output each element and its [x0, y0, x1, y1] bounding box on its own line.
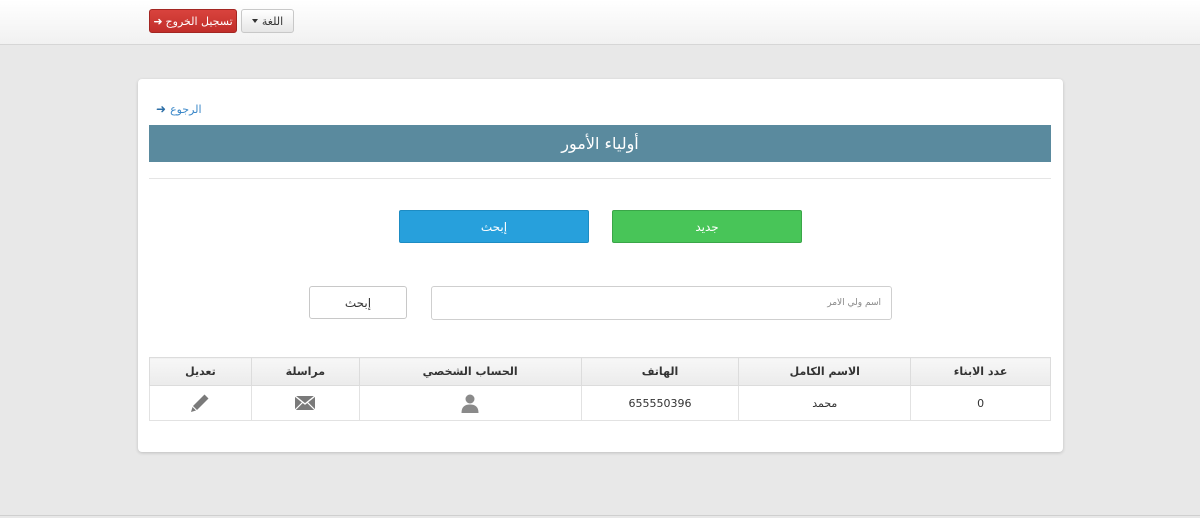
chevron-down-icon — [251, 19, 258, 23]
message-cell — [250, 385, 360, 421]
user-icon[interactable] — [460, 393, 480, 413]
parent-name-search-input[interactable] — [431, 286, 892, 320]
table-row: 0 محمد 655550396 — [149, 385, 1051, 421]
full-name-cell: محمد — [738, 385, 912, 421]
back-label: الرجوع — [170, 102, 202, 116]
col-full-name: الاسم الكامل — [738, 357, 912, 386]
language-label: اللغة — [261, 14, 284, 28]
edit-cell — [149, 385, 252, 421]
divider — [149, 178, 1051, 179]
parents-table: عدد الابناء الاسم الكامل الهاتف الحساب ا… — [149, 357, 1051, 421]
search-toggle-button[interactable]: إبحث — [399, 210, 589, 243]
new-label: جديد — [695, 219, 719, 234]
envelope-icon[interactable] — [295, 396, 316, 410]
col-edit: تعديل — [149, 357, 252, 386]
col-message: مراسلة — [250, 357, 360, 386]
children-count-cell: 0 — [910, 385, 1051, 421]
page-title: أولياء الأمور — [561, 134, 639, 153]
phone-cell: 655550396 — [580, 385, 740, 421]
logout-label: تسجيل الخروج — [165, 14, 233, 28]
page-title-bar: أولياء الأمور — [149, 125, 1051, 162]
col-profile: الحساب الشخصي — [358, 357, 582, 386]
col-children-count: عدد الابناء — [910, 357, 1051, 386]
pencil-icon[interactable] — [190, 393, 210, 413]
back-arrow-icon: ➜ — [156, 102, 167, 116]
main-panel: الرجوع ➜ أولياء الأمور إبحث جديد إبحث عد… — [138, 79, 1063, 452]
language-dropdown[interactable]: اللغة — [241, 9, 294, 33]
col-phone: الهاتف — [580, 357, 740, 386]
new-parent-button[interactable]: جديد — [612, 210, 802, 243]
table-header-row: عدد الابناء الاسم الكامل الهاتف الحساب ا… — [149, 357, 1051, 386]
logout-arrow-icon: ➜ — [153, 14, 163, 28]
search-button[interactable]: إبحث — [309, 286, 407, 319]
logout-button[interactable]: تسجيل الخروج ➜ — [149, 9, 237, 33]
profile-cell — [358, 385, 582, 421]
footer-divider — [0, 515, 1200, 516]
search-button-label: إبحث — [344, 295, 372, 310]
search-toggle-label: إبحث — [480, 219, 508, 234]
back-link[interactable]: الرجوع ➜ — [156, 102, 202, 116]
top-navbar: تسجيل الخروج ➜ اللغة — [0, 0, 1200, 45]
